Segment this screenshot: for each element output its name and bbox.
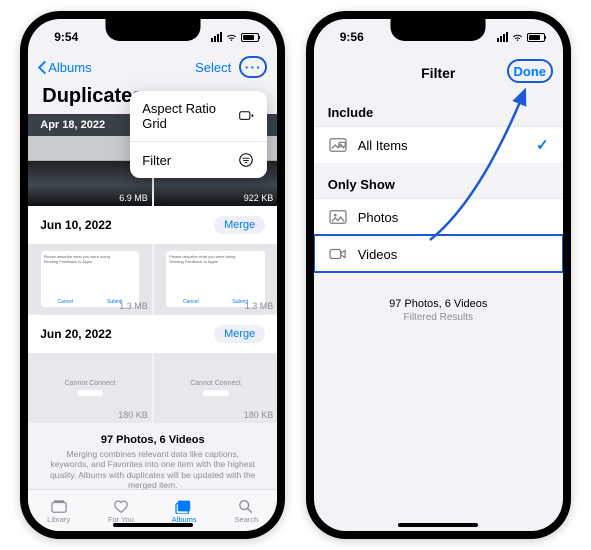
merge-button[interactable]: Merge (214, 216, 265, 234)
group-date: Jun 10, 2022 (40, 218, 111, 232)
menu-grid[interactable]: Aspect Ratio Grid (130, 91, 267, 142)
photo-thumb[interactable]: Please describe what you were doingSendi… (28, 244, 152, 314)
menu-filter[interactable]: Filter (130, 142, 267, 178)
merge-button[interactable]: Merge (214, 325, 265, 343)
more-button[interactable]: ··· (239, 56, 267, 78)
home-indicator[interactable] (398, 523, 478, 527)
photo-thumb[interactable]: Please describe what you were doingSendi… (154, 244, 278, 314)
status-indicators (211, 32, 259, 42)
video-icon (328, 246, 348, 262)
row-videos[interactable]: Videos (314, 235, 563, 272)
group-date: Jun 20, 2022 (40, 327, 111, 341)
status-time: 9:54 (54, 30, 78, 44)
grid-icon (238, 108, 255, 124)
section-include: Include (314, 91, 563, 126)
checkmark-icon: ✓ (536, 136, 549, 154)
home-indicator[interactable] (113, 523, 193, 527)
select-button[interactable]: Select (195, 60, 231, 75)
results-sub: Filtered Results (314, 312, 563, 323)
summary-sub: Merging combines relevant data like capt… (46, 449, 259, 492)
results-count: 97 Photos, 6 Videos (314, 298, 563, 310)
tab-foryou[interactable]: For You (108, 498, 134, 524)
done-button[interactable]: Done (507, 59, 553, 83)
back-label: Albums (48, 60, 91, 75)
albums-icon (175, 498, 193, 514)
popover-menu: Aspect Ratio Grid Filter (130, 91, 267, 178)
filter-icon (237, 152, 255, 168)
library-icon (50, 498, 68, 514)
heart-icon (112, 498, 130, 514)
photo-thumb[interactable]: Cannot Connect 180 KB (154, 353, 278, 423)
back-button[interactable]: Albums (38, 60, 91, 75)
tab-library[interactable]: Library (47, 498, 70, 524)
summary-count: 97 Photos, 6 Videos (46, 434, 259, 446)
row-all-items[interactable]: All Items ✓ (314, 126, 563, 163)
tab-search[interactable]: Search (235, 498, 259, 524)
photo-thumb[interactable]: Cannot Connect 180 KB (28, 353, 152, 423)
photo-icon (328, 209, 348, 225)
row-photos[interactable]: Photos (314, 198, 563, 235)
search-icon (237, 498, 255, 514)
section-only-show: Only Show (314, 163, 563, 198)
tab-albums[interactable]: Albums (172, 498, 197, 524)
all-items-icon (328, 137, 348, 153)
status-time: 9:56 (340, 30, 364, 44)
status-indicators (497, 32, 545, 42)
filter-title: Filter (421, 65, 455, 81)
